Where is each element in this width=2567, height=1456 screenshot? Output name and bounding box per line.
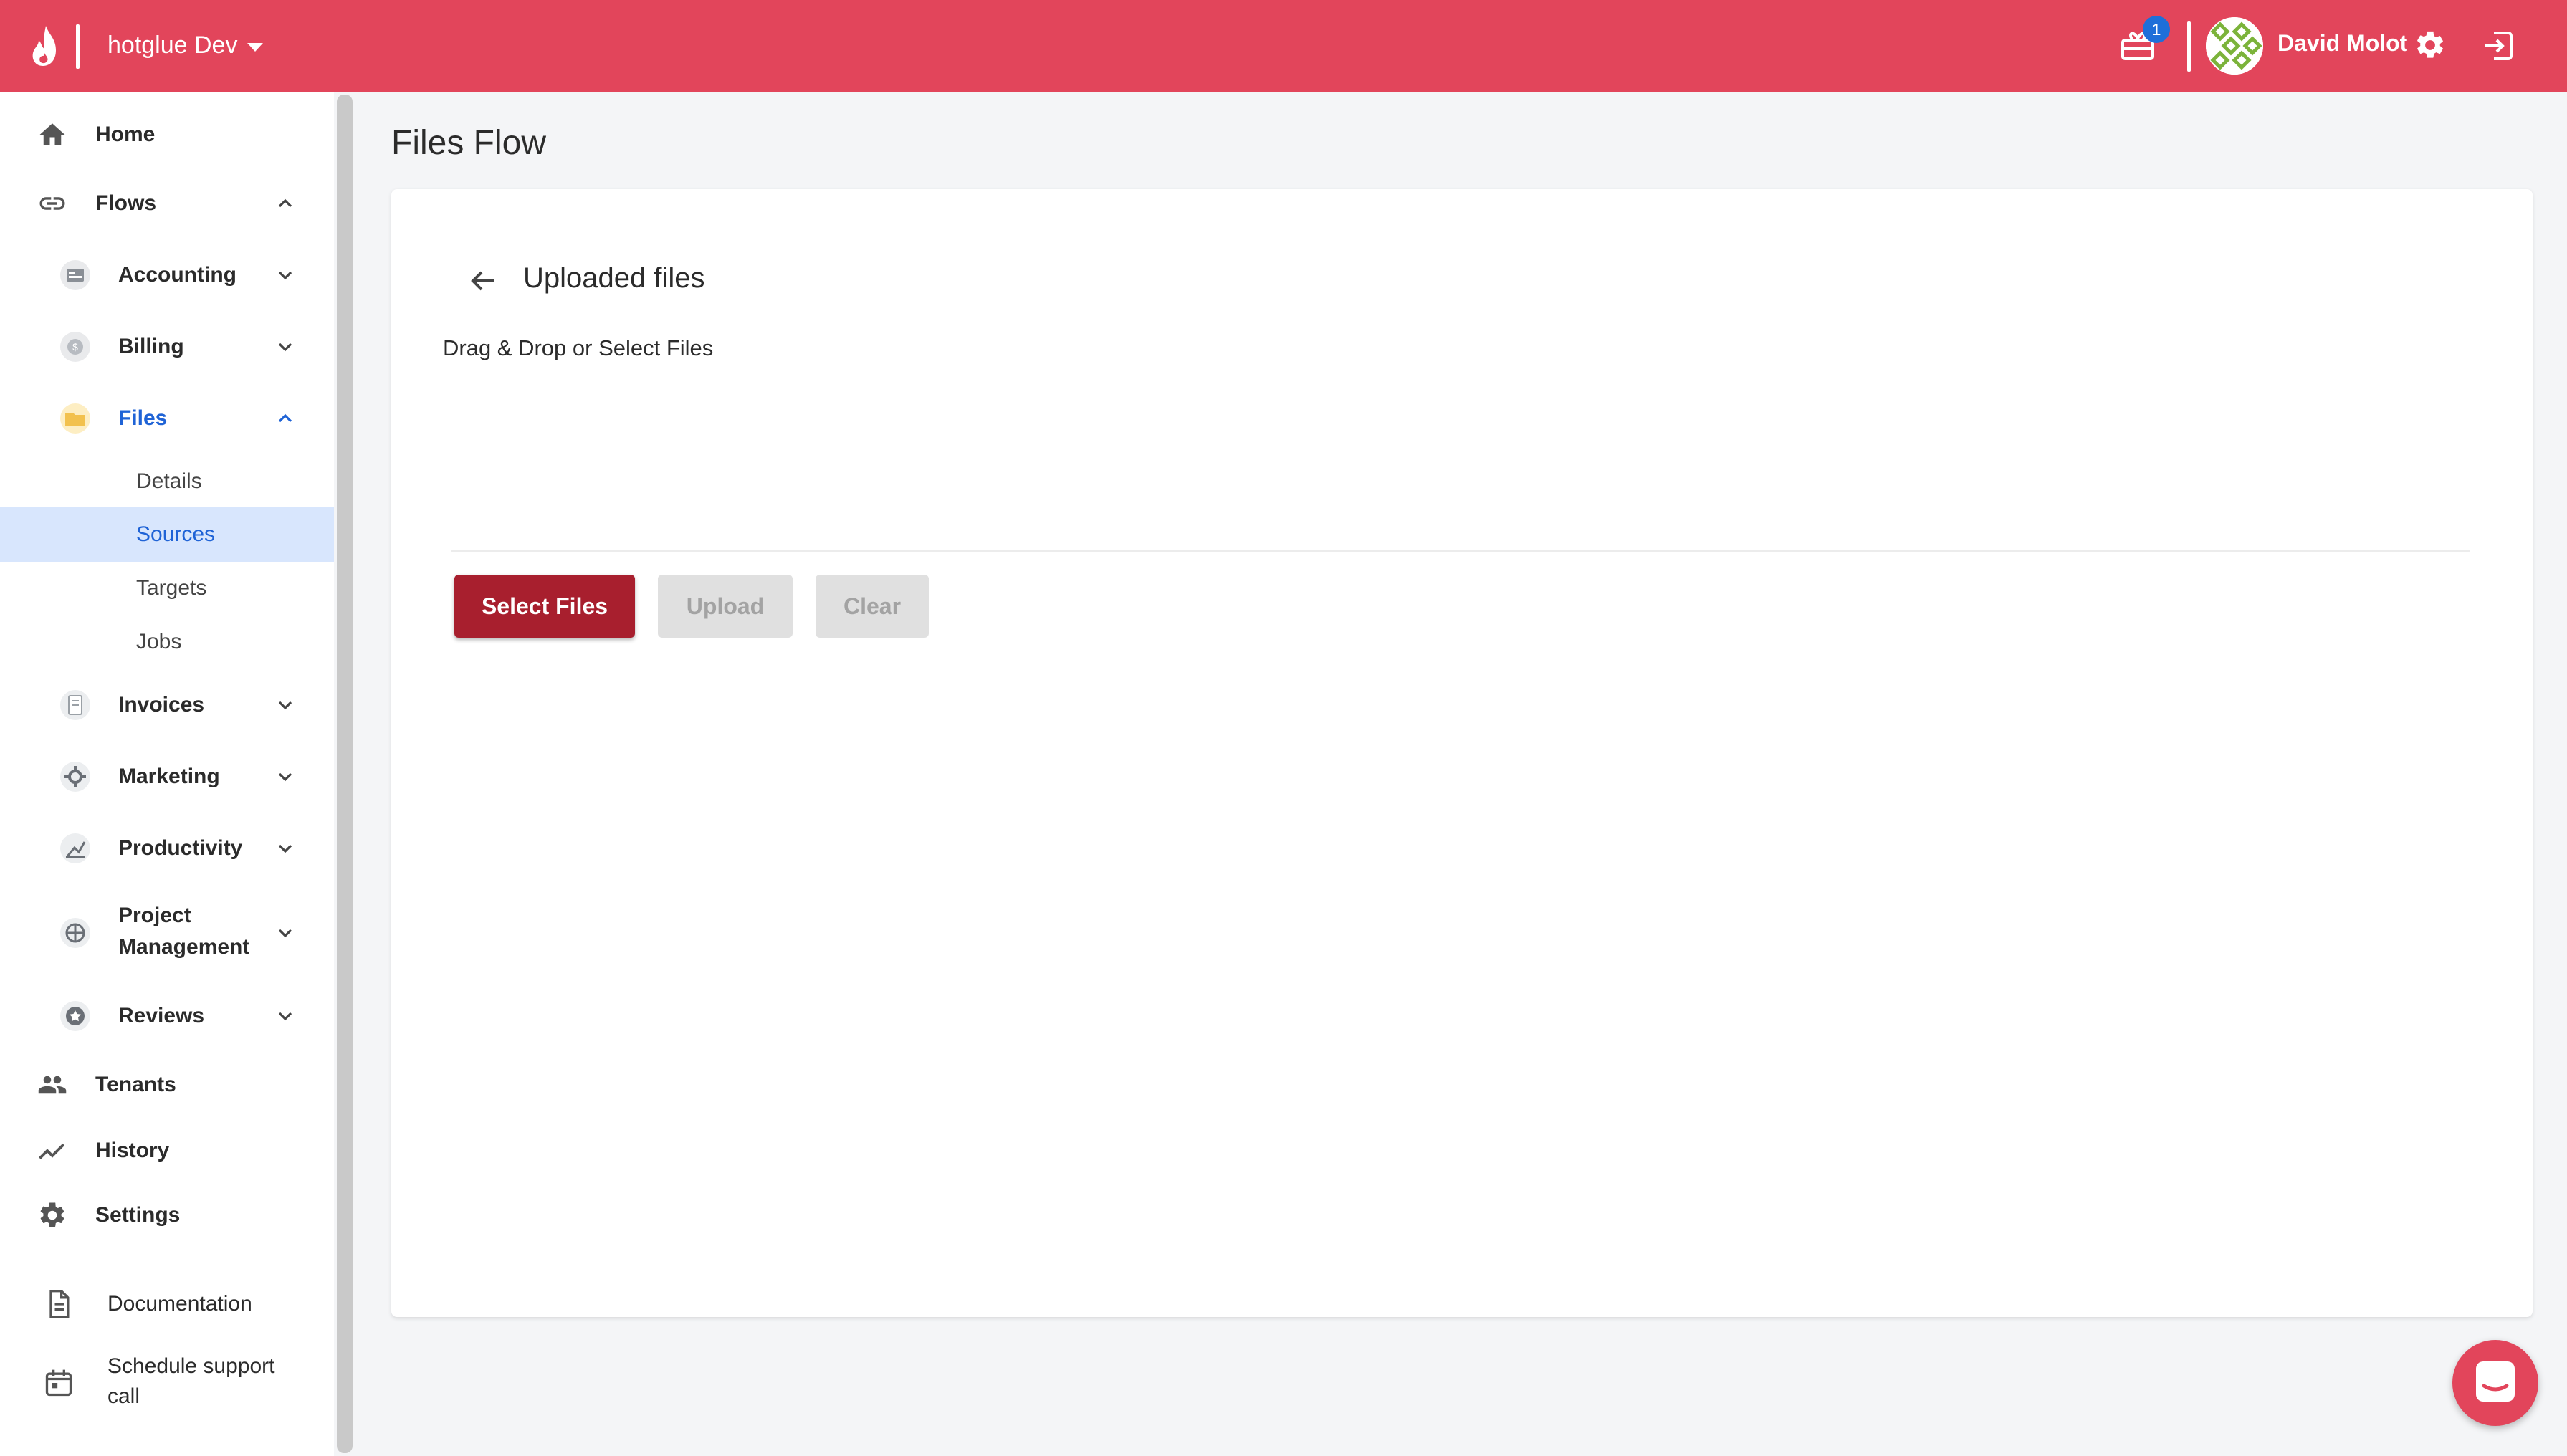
notification-badge: 1 [2143, 16, 2170, 43]
sidebar-item-flows[interactable]: Flows [0, 188, 334, 219]
logo-divider [76, 24, 80, 69]
avatar[interactable] [2206, 17, 2263, 75]
chevron-down-icon [278, 701, 292, 710]
gear-icon [40, 1202, 64, 1227]
schedule-support-call-link[interactable]: Schedule support call [0, 1351, 334, 1414]
sidebar-item-jobs[interactable]: Jobs [0, 628, 334, 656]
sidebar-item-home[interactable]: Home [0, 119, 334, 150]
sidebar-item-project-management[interactable]: Project Management [0, 900, 334, 966]
sidebar-item-label: History [95, 1139, 170, 1162]
sidebar-item-label: Reviews [118, 1004, 205, 1028]
sidebar-item-sources[interactable]: Sources [0, 520, 334, 549]
chat-launcher-button[interactable] [2452, 1340, 2538, 1426]
sidebar-item-marketing[interactable]: Marketing [0, 760, 334, 794]
dropzone-divider [451, 550, 2470, 552]
sidebar-item-label: Accounting [118, 263, 236, 287]
sidebar-item-label: Settings [95, 1203, 181, 1227]
chevron-down-icon [278, 929, 292, 938]
chevron-down-icon [278, 1012, 292, 1021]
marketing-icon [60, 762, 90, 792]
upload-button[interactable]: Upload [658, 575, 793, 638]
caret-down-icon [247, 43, 264, 52]
clear-button[interactable]: Clear [816, 575, 929, 638]
document-icon [49, 1290, 70, 1318]
page-title: Files Flow [391, 124, 547, 162]
topbar-divider [2187, 21, 2191, 72]
sidebar-item-label: Jobs [136, 630, 182, 653]
svg-text:$: $ [72, 341, 78, 353]
sidebar-item-label: Tenants [95, 1073, 176, 1096]
environment-switcher[interactable]: hotglue Dev [107, 27, 264, 63]
sidebar-item-label: Flows [95, 191, 157, 215]
sidebar-item-label: Targets [136, 576, 207, 600]
documentation-link[interactable]: Documentation [0, 1287, 334, 1321]
support-label-line1: Schedule support [107, 1354, 275, 1378]
back-arrow-icon[interactable] [466, 264, 500, 298]
chevron-down-icon [278, 844, 292, 853]
sidebar-item-label: Details [136, 469, 202, 493]
chevron-down-icon [278, 271, 292, 280]
gear-icon[interactable] [2414, 29, 2447, 62]
reviews-icon [60, 1001, 90, 1031]
calendar-icon [45, 1369, 72, 1397]
sidebar-item-targets[interactable]: Targets [0, 574, 334, 603]
people-icon [38, 1076, 67, 1094]
sidebar-item-invoices[interactable]: Invoices [0, 688, 334, 722]
sidebar-item-billing[interactable]: $ Billing [0, 330, 334, 364]
flame-logo-icon[interactable] [27, 24, 64, 67]
trending-icon [39, 1143, 65, 1159]
top-bar: hotglue Dev 1 David Molot [0, 0, 2567, 92]
chevron-down-icon [278, 772, 292, 782]
sidebar-item-label: Billing [118, 335, 184, 358]
sidebar-item-tenants[interactable]: Tenants [0, 1069, 334, 1101]
support-label-line2: call [107, 1384, 140, 1408]
billing-icon: $ [60, 332, 90, 362]
select-files-button[interactable]: Select Files [454, 575, 635, 638]
documentation-label: Documentation [107, 1292, 252, 1316]
sidebar-item-label: Productivity [118, 836, 243, 860]
sidebar-scrollbar[interactable] [337, 95, 353, 1453]
sidebar-item-label: Invoices [118, 693, 205, 717]
project-management-icon [60, 918, 90, 948]
sidebar-item-label: Files [118, 406, 168, 430]
sidebar-item-label: Sources [136, 522, 216, 546]
accounting-icon [60, 260, 90, 290]
logout-icon[interactable] [2481, 29, 2515, 63]
sidebar-item-files[interactable]: Files [0, 401, 334, 436]
chevron-up-icon [278, 413, 292, 423]
sidebar-item-label: Management [118, 935, 250, 959]
chevron-up-icon [278, 198, 292, 208]
environment-name: hotglue Dev [107, 31, 238, 59]
sidebar-item-details[interactable]: Details [0, 467, 334, 496]
chat-icon [2476, 1361, 2515, 1402]
card-title: Uploaded files [523, 262, 705, 294]
sidebar-item-history[interactable]: History [0, 1135, 334, 1167]
sidebar-item-label: Project [118, 904, 191, 927]
sidebar-item-label: Marketing [118, 765, 220, 788]
sidebar-item-productivity[interactable]: Productivity [0, 831, 334, 866]
dropzone-text[interactable]: Drag & Drop or Select Files [443, 335, 713, 361]
user-name[interactable]: David Molot [2277, 30, 2407, 57]
link-icon [39, 197, 65, 210]
sidebar-item-reviews[interactable]: Reviews [0, 999, 334, 1033]
folder-icon [60, 403, 90, 434]
sidebar-item-accounting[interactable]: Accounting [0, 258, 334, 292]
invoice-icon [60, 690, 90, 720]
sidebar-item-settings[interactable]: Settings [0, 1199, 334, 1231]
home-icon [39, 123, 65, 145]
productivity-icon [60, 833, 90, 863]
sidebar-item-label: Home [95, 123, 156, 146]
chevron-down-icon [278, 343, 292, 352]
